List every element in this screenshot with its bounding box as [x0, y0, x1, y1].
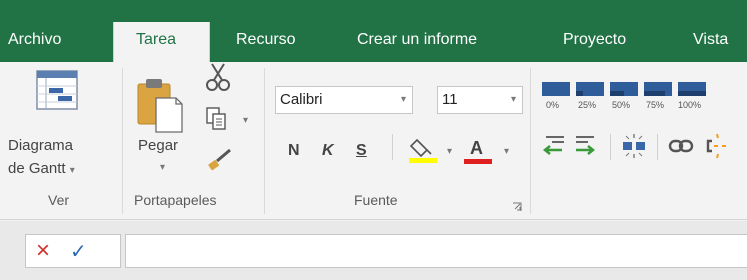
chevron-down-icon: ▾ [69, 165, 75, 176]
font-name-value: Calibri [280, 91, 323, 108]
format-painter-icon[interactable] [206, 144, 234, 172]
percent-50-fill [610, 91, 624, 96]
chevron-down-icon[interactable]: ▾ [447, 146, 452, 157]
highlight-color-icon[interactable] [409, 136, 439, 164]
percent-label: 100% [678, 100, 702, 110]
entry-input-field[interactable] [125, 234, 747, 268]
font-color-swatch [464, 159, 492, 164]
gantt-chart-button[interactable]: Diagrama de Gantt ▾ [8, 66, 114, 186]
cancel-entry-button[interactable]: × [36, 237, 50, 265]
font-color-button[interactable]: A [464, 134, 492, 164]
tab-archivo[interactable]: Archivo [8, 22, 61, 62]
chevron-down-icon[interactable]: ▾ [243, 115, 248, 126]
percent-0-button[interactable] [542, 82, 570, 96]
underline-button[interactable]: S [356, 142, 367, 160]
tab-crear-informe[interactable]: Crear un informe [357, 22, 477, 62]
group-label-fuente: Fuente [354, 192, 398, 208]
tab-tarea[interactable]: Tarea [113, 22, 210, 62]
chevron-down-icon: ▾ [510, 94, 516, 105]
divider [392, 134, 393, 160]
clipboard-icon [137, 79, 183, 133]
font-size-value: 11 [442, 91, 458, 108]
ribbon: Diagrama de Gantt ▾ Ver Pegar ▾ ▾ Portap… [0, 62, 747, 220]
tab-vista[interactable]: Vista [693, 22, 728, 62]
percent-label: 0% [546, 100, 560, 110]
copy-icon[interactable] [205, 106, 229, 132]
link-tasks-icon[interactable] [668, 134, 696, 158]
indent-task-icon[interactable] [572, 132, 600, 160]
divider [657, 134, 658, 160]
group-separator [122, 68, 123, 214]
entry-buttons-box: × ✓ [25, 234, 121, 268]
font-color-label: A [470, 138, 483, 158]
group-label-portapapeles: Portapapeles [134, 192, 217, 208]
dialog-launcher-icon[interactable] [512, 202, 522, 212]
confirm-entry-button[interactable]: ✓ [70, 238, 87, 266]
chevron-down-icon: ▾ [160, 162, 166, 173]
gantt-chart-icon [36, 70, 78, 110]
cut-icon[interactable] [204, 62, 232, 94]
chevron-down-icon: ▾ [400, 94, 406, 105]
divider [610, 134, 611, 160]
unlink-tasks-icon[interactable] [704, 132, 747, 160]
group-separator [264, 68, 265, 214]
percent-label: 25% [578, 100, 597, 110]
font-name-select[interactable]: Calibri ▾ [275, 86, 413, 114]
font-size-select[interactable]: 11 ▾ [437, 86, 523, 114]
chevron-down-icon[interactable]: ▾ [504, 146, 509, 157]
percent-label: 75% [646, 100, 665, 110]
percent-label: 50% [612, 100, 631, 110]
italic-button[interactable]: K [322, 142, 334, 160]
group-separator [530, 68, 531, 214]
split-task-icon[interactable] [620, 132, 648, 160]
paste-label: Pegar [138, 137, 179, 154]
gantt-label-line1: Diagrama [8, 137, 74, 154]
tab-proyecto[interactable]: Proyecto [563, 22, 626, 62]
ribbon-tab-bar: Archivo Tarea Recurso Crear un informe P… [0, 0, 747, 62]
bold-button[interactable]: N [288, 142, 300, 160]
paste-button[interactable]: Pegar ▾ [132, 66, 198, 178]
gantt-label-line2: de Gantt ▾ [8, 160, 75, 177]
group-label-ver: Ver [48, 192, 70, 208]
percent-complete-buttons: 0% 25% 50% 75% 100% [542, 80, 747, 120]
outdent-task-icon[interactable] [540, 132, 568, 160]
percent-75-fill [644, 91, 665, 96]
percent-25-fill [576, 91, 583, 96]
percent-100-fill [678, 91, 706, 96]
tab-recurso[interactable]: Recurso [236, 22, 296, 62]
